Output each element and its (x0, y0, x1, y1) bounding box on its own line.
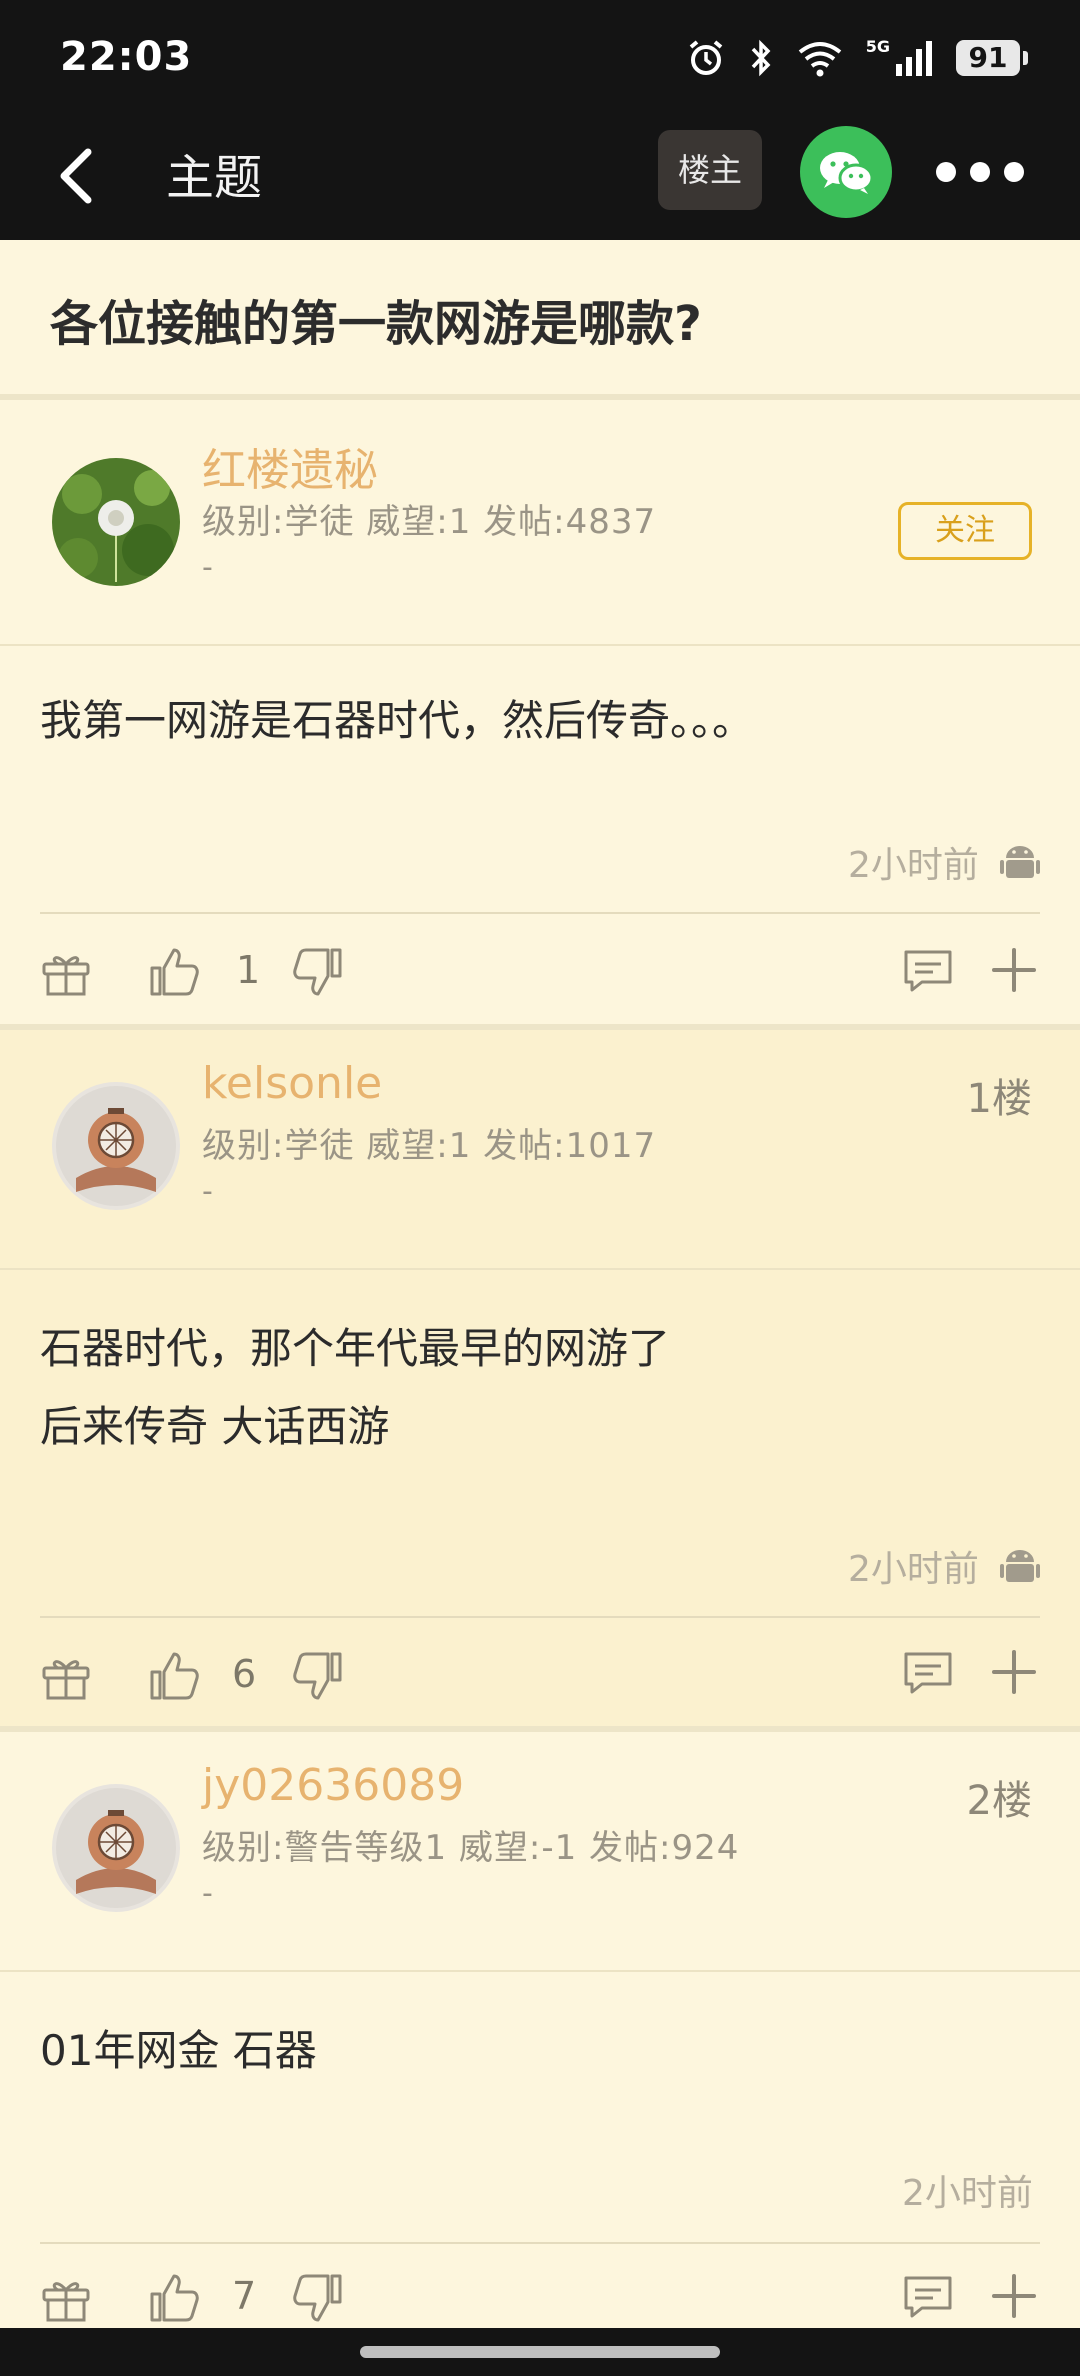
top-bar: 主题 楼主 (0, 116, 1080, 240)
android-icon (1000, 1550, 1040, 1582)
thumbs-up-icon[interactable] (146, 944, 202, 1000)
thumbs-down-icon[interactable] (290, 2270, 346, 2326)
more-options-button[interactable] (936, 152, 1026, 192)
plus-icon[interactable] (986, 942, 1042, 998)
floor-number: 2楼 (966, 1778, 1032, 1824)
back-icon[interactable] (48, 146, 108, 206)
gift-icon[interactable] (38, 2270, 94, 2326)
post-time: 2小时前 (848, 1549, 979, 1590)
more-dot-icon (970, 162, 990, 182)
gift-icon[interactable] (38, 1648, 94, 1704)
floor-number: 1楼 (966, 1076, 1032, 1122)
android-icon (1000, 846, 1040, 878)
battery-indicator: 91 (956, 40, 1028, 76)
home-indicator[interactable] (360, 2346, 720, 2358)
like-count: 1 (236, 948, 261, 992)
avatar[interactable] (52, 1082, 180, 1210)
gift-icon[interactable] (38, 944, 94, 1000)
post-divider (40, 2242, 1040, 2244)
op-post: 红楼遗秘 级别:学徒 威望:1 发帖:4837 - 关注 我第一网游是石器时代，… (0, 406, 1080, 1026)
bluetooth-icon (751, 39, 771, 77)
page-title: 主题 (166, 150, 263, 206)
username[interactable]: 红楼遗秘 (202, 434, 378, 498)
reply-post: jy02636089 2楼 级别:警告等级1 威望:-1 发帖:924 - 01… (0, 1732, 1080, 2328)
like-count: 6 (232, 1652, 257, 1696)
thread-title-section: 各位接触的第一款网游是哪款? (0, 240, 1080, 400)
follow-button[interactable]: 关注 (898, 502, 1032, 560)
post-header: 红楼遗秘 级别:学徒 威望:1 发帖:4837 - 关注 (0, 406, 1080, 646)
more-dot-icon (936, 162, 956, 182)
content-line: 后来传奇 大话西游 (40, 1402, 390, 1451)
reply-post: kelsonle 1楼 级别:学徒 威望:1 发帖:1017 - 石器时代，那个… (0, 1030, 1080, 1726)
alarm-icon (689, 40, 723, 75)
username[interactable]: jy02636089 (202, 1760, 464, 1811)
op-only-button[interactable]: 楼主 (658, 130, 762, 210)
network-type: 5G (865, 36, 890, 56)
post-divider (40, 1616, 1040, 1618)
post-time: 2小时前 (902, 2173, 1033, 2214)
user-meta: 级别:学徒 威望:1 发帖:1017 (202, 1126, 657, 1166)
more-dot-icon (1004, 162, 1024, 182)
content-line: 石器时代，那个年代最早的网游了 (40, 1324, 671, 1373)
comment-icon[interactable] (900, 2268, 956, 2324)
wechat-share-button[interactable] (800, 126, 892, 218)
signal-icon (896, 41, 932, 76)
post-header: kelsonle 1楼 级别:学徒 威望:1 发帖:1017 - (0, 1030, 1080, 1270)
avatar[interactable] (52, 1784, 180, 1912)
wechat-icon (820, 152, 874, 194)
post-header: jy02636089 2楼 级别:警告等级1 威望:-1 发帖:924 - (0, 1732, 1080, 1972)
thumbs-up-icon[interactable] (146, 1648, 202, 1704)
user-signature: - (202, 1174, 213, 1209)
comment-icon[interactable] (900, 1644, 956, 1700)
avatar[interactable] (52, 458, 180, 586)
comment-icon[interactable] (900, 942, 956, 998)
user-signature: - (202, 1876, 213, 1911)
like-count: 7 (232, 2274, 257, 2318)
post-content: 我第一网游是石器时代，然后传奇。。。 (40, 696, 755, 745)
post-content: 石器时代，那个年代最早的网游了 后来传奇 大话西游 (40, 1310, 670, 1466)
thumbs-down-icon[interactable] (290, 1648, 346, 1704)
user-meta: 级别:警告等级1 威望:-1 发帖:924 (202, 1828, 740, 1868)
post-actions: 1 (0, 918, 1080, 1018)
status-bar: 22:03 5G 91 (0, 0, 1080, 116)
post-divider (40, 912, 1040, 914)
user-signature: - (202, 550, 213, 585)
username[interactable]: kelsonle (202, 1058, 382, 1109)
plus-icon[interactable] (986, 2268, 1042, 2324)
navigation-bar (0, 2328, 1080, 2376)
status-icons: 5G 91 (686, 36, 1028, 80)
content-line: 01年网金 石器 (40, 2026, 317, 2075)
thumbs-down-icon[interactable] (290, 944, 346, 1000)
post-actions: 6 (0, 1622, 1080, 1722)
thread-title: 各位接触的第一款网游是哪款? (50, 296, 702, 352)
wifi-icon (798, 42, 841, 77)
user-meta: 级别:学徒 威望:1 发帖:4837 (202, 502, 657, 542)
plus-icon[interactable] (986, 1644, 1042, 1700)
thumbs-up-icon[interactable] (146, 2270, 202, 2326)
post-time: 2小时前 (848, 845, 979, 886)
status-time: 22:03 (60, 34, 193, 80)
post-content: 01年网金 石器 (40, 2012, 317, 2090)
